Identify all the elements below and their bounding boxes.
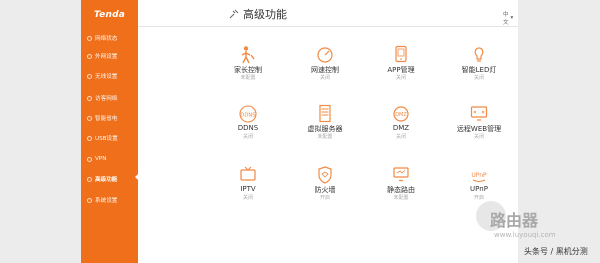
settings-icon bbox=[87, 197, 92, 203]
server-icon bbox=[319, 104, 331, 123]
sidebar: Tenda 网络状态 外网设置 无线设置 访客网络 智能省电 USB设置 VPN bbox=[81, 0, 139, 263]
watermark-url: www.luyouqi.com bbox=[494, 231, 556, 239]
vpn-icon bbox=[87, 156, 92, 162]
language-select[interactable]: 中文 ▾ | bbox=[503, 10, 518, 26]
feature-label: UPnP bbox=[470, 185, 488, 193]
svg-text:DDNS: DDNS bbox=[240, 112, 255, 118]
feature-virtual-server[interactable]: 虚拟服务器 未配置 bbox=[288, 104, 362, 154]
dmz-icon: DMZ bbox=[393, 106, 409, 122]
footer-credit: 头条号 / 黑机分测 bbox=[524, 247, 588, 256]
sidebar-item-power-save[interactable]: 智能省电 bbox=[87, 111, 138, 125]
page-title-text: 高级功能 bbox=[243, 8, 287, 21]
feature-ddns[interactable]: DDNS DDNS 关闭 bbox=[211, 104, 285, 154]
feature-grid: 家长控制 未配置 网速控制 关闭 APP管理 关闭 智能LED灯 关闭 DDNS… bbox=[138, 27, 518, 263]
speedometer-icon bbox=[317, 47, 333, 63]
sidebar-item-system[interactable]: 系统设置 bbox=[87, 193, 138, 207]
sidebar-item-label: 网络状态 bbox=[95, 36, 118, 42]
feature-status: 开启 bbox=[473, 195, 484, 201]
ddns-icon: DDNS bbox=[239, 105, 257, 123]
route-icon bbox=[393, 167, 409, 182]
feature-dmz[interactable]: DMZ DMZ 关闭 bbox=[364, 104, 438, 154]
brand-logo: Tenda bbox=[94, 10, 126, 20]
feature-status: 未配置 bbox=[393, 195, 409, 201]
sidebar-item-label: 智能省电 bbox=[95, 116, 118, 122]
feature-firewall[interactable]: 防火墙 开启 bbox=[288, 165, 362, 215]
feature-static-route[interactable]: 静态路由 未配置 bbox=[364, 165, 438, 215]
feature-app-management[interactable]: APP管理 关闭 bbox=[364, 45, 438, 95]
sidebar-item-vpn[interactable]: VPN bbox=[87, 152, 138, 166]
sidebar-item-label: 外网设置 bbox=[95, 54, 118, 60]
topbar: 高级功能 中文 ▾ | 退出 bbox=[138, 0, 518, 27]
feature-status: 关闭 bbox=[395, 134, 406, 140]
app-icon bbox=[395, 45, 407, 63]
wrench-icon bbox=[229, 9, 239, 19]
feature-status: 关闭 bbox=[473, 75, 484, 81]
upnp-icon: UPnP bbox=[471, 172, 487, 182]
child-icon bbox=[241, 46, 255, 64]
sidebar-item-label: VPN bbox=[95, 156, 107, 162]
page-title: 高级功能 bbox=[229, 6, 287, 22]
sidebar-item-label: 系统设置 bbox=[95, 198, 118, 204]
sidebar-item-label: 无线设置 bbox=[95, 74, 118, 80]
feature-status: 未配置 bbox=[240, 75, 256, 81]
feature-status: 关闭 bbox=[395, 75, 406, 81]
sidebar-item-label: 访客网络 bbox=[95, 96, 118, 102]
feature-status: 开启 bbox=[319, 195, 330, 201]
sidebar-item-label: 高级功能 bbox=[95, 177, 118, 183]
feature-smart-led[interactable]: 智能LED灯 关闭 bbox=[442, 45, 516, 95]
globe-icon bbox=[87, 53, 92, 59]
feature-status: 未配置 bbox=[317, 134, 333, 140]
wifi-icon bbox=[87, 73, 92, 79]
router-admin-window: Tenda 网络状态 外网设置 无线设置 访客网络 智能省电 USB设置 VPN bbox=[81, 0, 518, 263]
svg-text:DMZ: DMZ bbox=[395, 112, 407, 118]
sidebar-item-wireless[interactable]: 无线设置 bbox=[87, 69, 138, 83]
sidebar-item-guest[interactable]: 访客网络 bbox=[87, 91, 138, 105]
power-icon bbox=[87, 115, 92, 121]
feature-label: DDNS bbox=[237, 124, 259, 132]
globe-icon bbox=[87, 35, 92, 41]
chevron-down-icon: ▾ bbox=[510, 15, 514, 21]
shield-icon bbox=[318, 166, 332, 184]
remote-web-icon bbox=[470, 106, 488, 121]
feature-status: 关闭 bbox=[473, 134, 484, 140]
feature-label: IPTV bbox=[240, 185, 256, 193]
tools-icon bbox=[87, 176, 92, 182]
sidebar-item-advanced[interactable]: 高级功能 bbox=[87, 172, 138, 186]
feature-iptv[interactable]: IPTV 关闭 bbox=[211, 165, 285, 215]
feature-parental-control[interactable]: 家长控制 未配置 bbox=[211, 45, 285, 95]
feature-status: 关闭 bbox=[242, 195, 253, 201]
guest-icon bbox=[87, 95, 92, 101]
watermark-site: 路由器 bbox=[490, 211, 539, 230]
feature-speed-control[interactable]: 网速控制 关闭 bbox=[288, 45, 362, 95]
feature-status: 关闭 bbox=[242, 134, 253, 140]
feature-status: 关闭 bbox=[319, 75, 330, 81]
sidebar-item-usb[interactable]: USB设置 bbox=[87, 131, 138, 145]
tv-icon bbox=[240, 166, 256, 181]
language-label: 中文 bbox=[503, 12, 509, 26]
feature-remote-web[interactable]: 远程WEB管理 关闭 bbox=[442, 104, 516, 154]
sidebar-item-wan-settings[interactable]: 外网设置 bbox=[87, 49, 138, 63]
feature-label: DMZ bbox=[392, 124, 410, 132]
svg-text:UPnP: UPnP bbox=[471, 172, 487, 179]
sidebar-item-label: USB设置 bbox=[95, 136, 118, 142]
bulb-icon bbox=[474, 47, 484, 62]
sidebar-item-network-status[interactable]: 网络状态 bbox=[87, 31, 138, 45]
usb-icon bbox=[87, 135, 92, 141]
